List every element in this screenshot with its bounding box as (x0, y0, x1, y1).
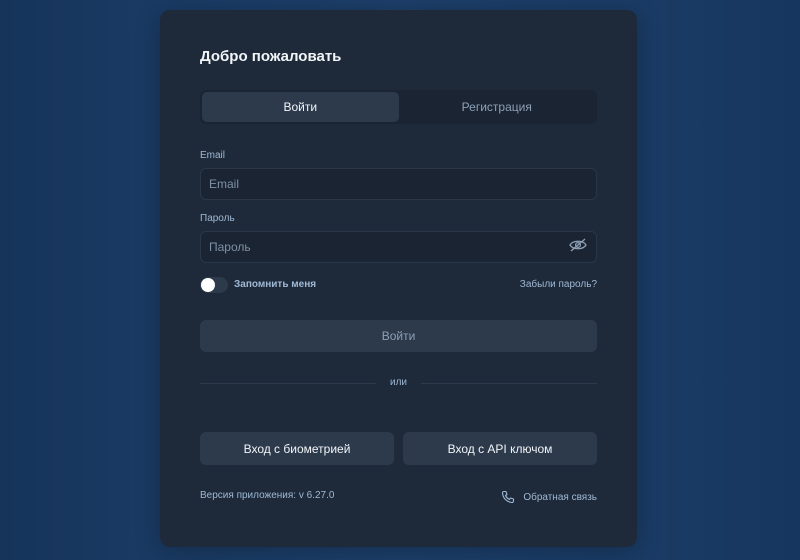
eye-off-icon[interactable] (569, 238, 587, 252)
login-card: Добро пожаловать Войти Регистрация Email… (160, 10, 637, 547)
feedback-link[interactable]: Обратная связь (501, 490, 597, 504)
api-key-login-button[interactable]: Вход с API ключом (403, 432, 597, 465)
tab-register[interactable]: Регистрация (399, 92, 596, 122)
login-button[interactable]: Войти (200, 320, 597, 352)
email-field[interactable] (200, 168, 597, 200)
app-version: Версия приложения: v 6.27.0 (200, 490, 335, 501)
remember-toggle[interactable] (200, 277, 228, 293)
feedback-label: Обратная связь (523, 491, 597, 503)
email-label: Email (200, 150, 226, 161)
divider-right (421, 383, 597, 384)
phone-icon (502, 490, 515, 504)
password-field[interactable] (200, 231, 597, 263)
biometric-login-button[interactable]: Вход с биометрией (200, 432, 394, 465)
toggle-knob (201, 278, 215, 292)
forgot-password-link[interactable]: Забыли пароль? (520, 279, 597, 290)
remember-label: Запомнить меня (234, 279, 317, 290)
tab-login[interactable]: Войти (202, 92, 399, 122)
page-title: Добро пожаловать (200, 48, 342, 65)
auth-tabs: Войти Регистрация (200, 90, 597, 124)
password-label: Пароль (200, 213, 235, 224)
